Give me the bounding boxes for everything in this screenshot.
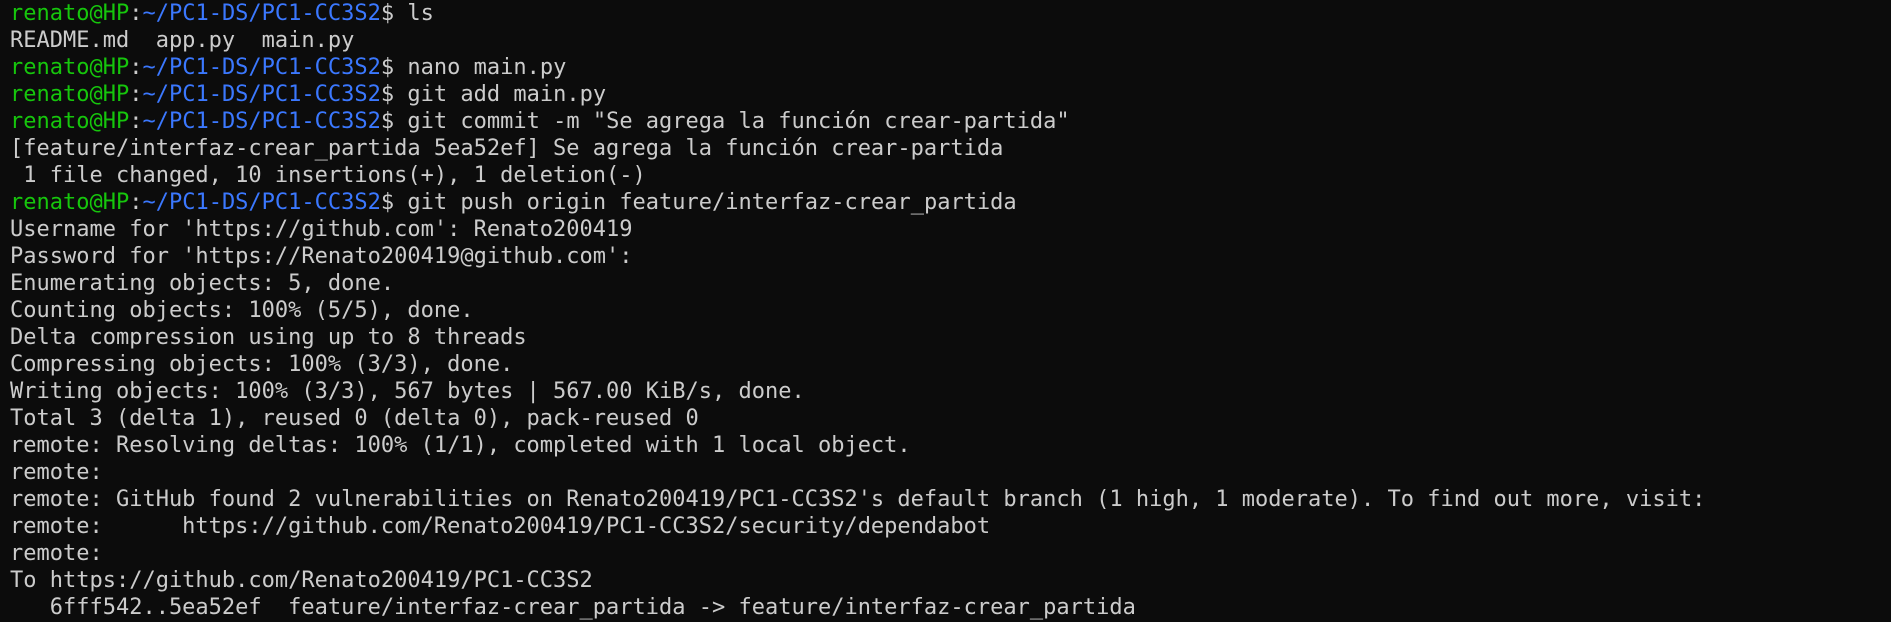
- prompt-user-host: renato@HP: [10, 109, 130, 134]
- output-line: Counting objects: 100% (5/5), done.: [10, 298, 474, 323]
- prompt-user-host: renato@HP: [10, 82, 130, 107]
- output-line: Username for 'https://github.com': Renat…: [10, 217, 633, 242]
- output-line: remote: https://github.com/Renato200419/…: [10, 514, 991, 539]
- prompt-separator: :: [129, 190, 143, 215]
- prompt-line: renato@HP:~/PC1-DS/PC1-CC3S2$ git commit…: [10, 108, 1891, 135]
- command-text: ls: [407, 1, 434, 26]
- output-line: Password for 'https://Renato200419@githu…: [10, 244, 633, 269]
- output-line: README.md app.py main.py: [10, 28, 355, 53]
- output-line: remote: GitHub found 2 vulnerabilities o…: [10, 487, 1706, 512]
- output-line: 1 file changed, 10 insertions(+), 1 dele…: [10, 163, 646, 188]
- terminal-window[interactable]: renato@HP:~/PC1-DS/PC1-CC3S2$ ls README.m…: [0, 0, 1891, 622]
- prompt-symbol: $: [380, 82, 408, 107]
- command-text: git add main.py: [407, 82, 607, 107]
- prompt-user-host: renato@HP: [10, 190, 130, 215]
- prompt-separator: :: [129, 82, 143, 107]
- output-line: Compressing objects: 100% (3/3), done.: [10, 352, 514, 377]
- output-line: To https://github.com/Renato200419/PC1-C…: [10, 568, 593, 593]
- output-line: remote: Resolving deltas: 100% (1/1), co…: [10, 433, 911, 458]
- prompt-path: ~/PC1-DS/PC1-CC3S2: [142, 55, 381, 80]
- output-line: remote:: [10, 541, 103, 566]
- prompt-line: renato@HP:~/PC1-DS/PC1-CC3S2$ ls: [10, 0, 1891, 27]
- prompt-symbol: $: [380, 55, 408, 80]
- prompt-user-host: renato@HP: [10, 1, 130, 26]
- output-line: 6fff542..5ea52ef feature/interfaz-crear_…: [10, 595, 1136, 620]
- prompt-symbol: $: [380, 109, 408, 134]
- command-text: nano main.py: [407, 55, 567, 80]
- prompt-path: ~/PC1-DS/PC1-CC3S2: [142, 82, 381, 107]
- command-text: git push origin feature/interfaz-crear_p…: [407, 190, 1017, 215]
- prompt-user-host: renato@HP: [10, 55, 130, 80]
- output-line: [feature/interfaz-crear_partida 5ea52ef]…: [10, 136, 1004, 161]
- prompt-symbol: $: [380, 190, 408, 215]
- output-line: Enumerating objects: 5, done.: [10, 271, 395, 296]
- prompt-separator: :: [129, 55, 143, 80]
- prompt-path: ~/PC1-DS/PC1-CC3S2: [142, 1, 381, 26]
- prompt-path: ~/PC1-DS/PC1-CC3S2: [142, 109, 381, 134]
- prompt-separator: :: [129, 1, 143, 26]
- output-line: Total 3 (delta 1), reused 0 (delta 0), p…: [10, 406, 699, 431]
- prompt-symbol: $: [380, 1, 408, 26]
- command-text: git commit -m "Se agrega la función crea…: [407, 109, 1070, 134]
- output-line: Delta compression using up to 8 threads: [10, 325, 527, 350]
- prompt-line: renato@HP:~/PC1-DS/PC1-CC3S2$ git push o…: [10, 189, 1891, 216]
- prompt-separator: :: [129, 109, 143, 134]
- prompt-path: ~/PC1-DS/PC1-CC3S2: [142, 190, 381, 215]
- output-line: Writing objects: 100% (3/3), 567 bytes |…: [10, 379, 805, 404]
- output-line: remote:: [10, 460, 103, 485]
- prompt-line: renato@HP:~/PC1-DS/PC1-CC3S2$ git add ma…: [10, 81, 1891, 108]
- prompt-line: renato@HP:~/PC1-DS/PC1-CC3S2$ nano main.…: [10, 54, 1891, 81]
